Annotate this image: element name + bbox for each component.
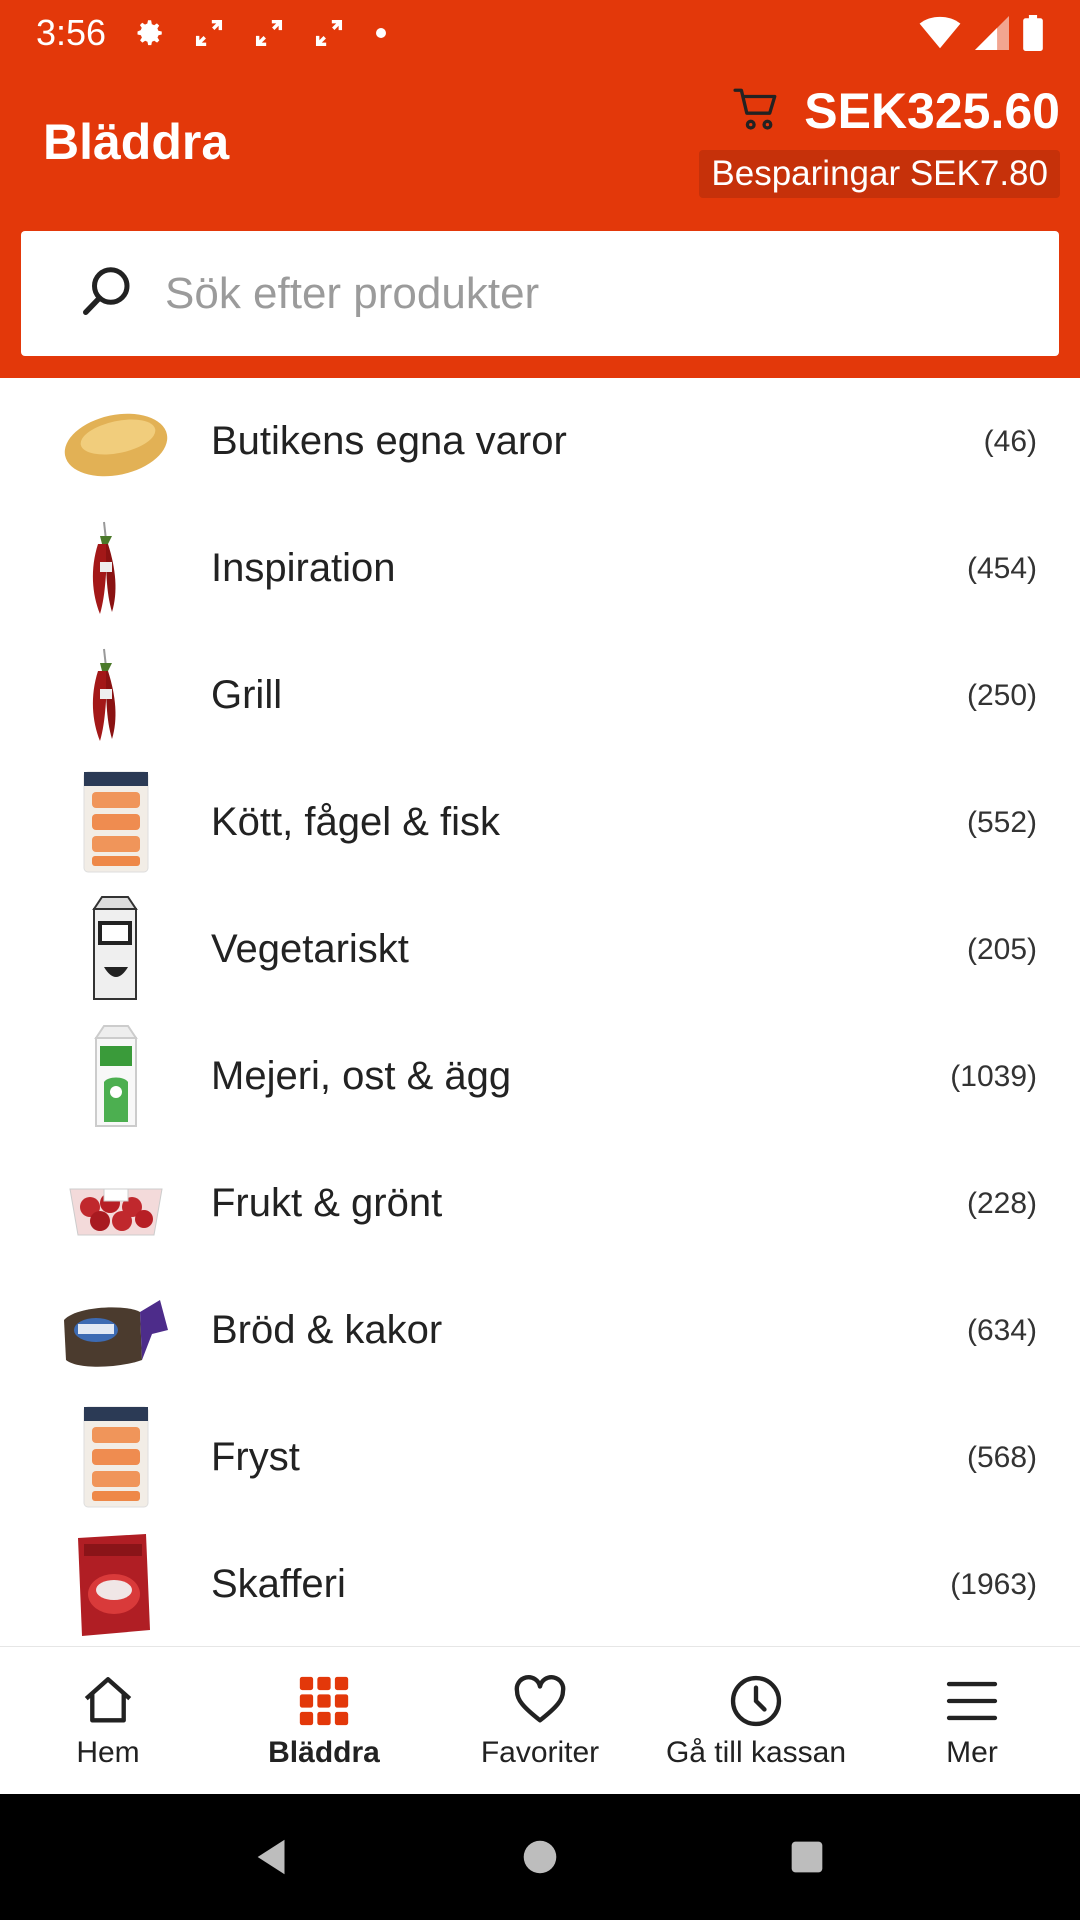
- app-header: Bläddra SEK325.60 Besparingar SEK7.80: [0, 66, 1080, 378]
- bread-roll-icon: [56, 387, 176, 497]
- signal-icon: [975, 16, 1009, 50]
- page-title: Bläddra: [43, 114, 230, 170]
- nav-label: Gå till kassan: [665, 1735, 847, 1769]
- nav-favorites[interactable]: Favoriter: [432, 1647, 648, 1794]
- category-list[interactable]: Butikens egna varor (46) Inspiration (45…: [0, 378, 1080, 1646]
- nav-home[interactable]: Hem: [0, 1647, 216, 1794]
- milk-carton-icon: [56, 1022, 176, 1132]
- category-count: (1963): [950, 1567, 1037, 1601]
- category-count: (1039): [950, 1059, 1037, 1093]
- savings-badge: Besparingar SEK7.80: [699, 150, 1060, 198]
- clock-icon: [730, 1675, 782, 1726]
- category-item[interactable]: Bröd & kakor (634): [0, 1267, 1080, 1394]
- category-label: Kött, fågel & fisk: [211, 800, 501, 844]
- chili-pepper-icon: [56, 514, 176, 624]
- category-count: (634): [966, 1313, 1037, 1347]
- category-count: (454): [966, 551, 1037, 585]
- nav-label: Favoriter: [480, 1735, 600, 1769]
- search-icon: [77, 261, 137, 326]
- nav-label: Bläddra: [268, 1735, 380, 1769]
- category-item[interactable]: Fryst (568): [0, 1394, 1080, 1521]
- expand-icon: [256, 19, 283, 47]
- category-label: Fryst: [211, 1435, 300, 1479]
- bread-bag-icon: [56, 1276, 176, 1386]
- category-item[interactable]: Butikens egna varor (46): [0, 378, 1080, 505]
- expand-icon: [316, 19, 343, 47]
- category-label: Grill: [211, 673, 283, 717]
- notification-dot-icon: [376, 28, 387, 38]
- tomato-can-icon: [56, 1530, 176, 1640]
- gear-icon: [137, 20, 162, 46]
- category-item[interactable]: Inspiration (454): [0, 505, 1080, 632]
- chili-pepper-icon: [56, 641, 176, 751]
- category-label: Inspiration: [211, 546, 396, 590]
- category-item[interactable]: Kött, fågel & fisk (552): [0, 759, 1080, 886]
- expand-icon: [196, 19, 223, 47]
- nav-label: Hem: [76, 1735, 140, 1769]
- category-label: Mejeri, ost & ägg: [211, 1054, 512, 1098]
- category-count: (568): [966, 1440, 1037, 1474]
- salmon-pack-icon: [56, 768, 176, 878]
- category-item[interactable]: Vegetariskt (205): [0, 886, 1080, 1013]
- cart-summary[interactable]: SEK325.60 Besparingar SEK7.80: [699, 82, 1060, 198]
- cart-total[interactable]: SEK325.60: [804, 82, 1060, 140]
- cart-icon[interactable]: [732, 84, 782, 139]
- status-notification-icons: [132, 16, 387, 50]
- search-bar[interactable]: [21, 231, 1059, 356]
- category-count: (46): [983, 424, 1037, 458]
- salmon-pack-icon: [56, 1403, 176, 1513]
- tomato-box-icon: [56, 1149, 176, 1259]
- grid-icon: [299, 1676, 349, 1725]
- oat-milk-carton-icon: [56, 895, 176, 1005]
- category-count: (205): [966, 932, 1037, 966]
- category-item[interactable]: Frukt & grönt (228): [0, 1140, 1080, 1267]
- home-icon: [84, 1676, 132, 1723]
- category-count: (552): [966, 805, 1037, 839]
- nav-checkout[interactable]: Gå till kassan: [648, 1647, 864, 1794]
- nav-label: Mer: [946, 1735, 998, 1769]
- wifi-icon: [919, 16, 961, 49]
- system-navigation-bar: [0, 1794, 1080, 1920]
- category-count: (228): [966, 1186, 1037, 1220]
- category-label: Frukt & grönt: [211, 1181, 443, 1225]
- category-label: Vegetariskt: [211, 927, 409, 971]
- category-label: Skafferi: [211, 1562, 346, 1606]
- menu-icon: [946, 1681, 998, 1720]
- category-count: (250): [966, 678, 1037, 712]
- category-label: Bröd & kakor: [211, 1308, 443, 1352]
- home-circle-icon[interactable]: [517, 1834, 563, 1880]
- nav-browse[interactable]: Bläddra: [216, 1647, 432, 1794]
- recents-icon[interactable]: [784, 1834, 830, 1880]
- bottom-navigation: Hem Bläddra Favoriter Gå till kassan Mer: [0, 1646, 1080, 1794]
- category-item[interactable]: Grill (250): [0, 632, 1080, 759]
- status-system-icons: [918, 15, 1044, 51]
- status-time: 3:56: [36, 12, 107, 53]
- category-label: Butikens egna varor: [211, 419, 567, 463]
- nav-more[interactable]: Mer: [864, 1647, 1080, 1794]
- category-item[interactable]: Mejeri, ost & ägg (1039): [0, 1013, 1080, 1140]
- category-item[interactable]: Skafferi (1963): [0, 1521, 1080, 1646]
- search-input[interactable]: [165, 268, 965, 319]
- battery-icon: [1023, 15, 1043, 51]
- heart-icon: [514, 1674, 566, 1723]
- back-icon[interactable]: [250, 1834, 296, 1880]
- status-bar: 3:56: [0, 0, 1080, 66]
